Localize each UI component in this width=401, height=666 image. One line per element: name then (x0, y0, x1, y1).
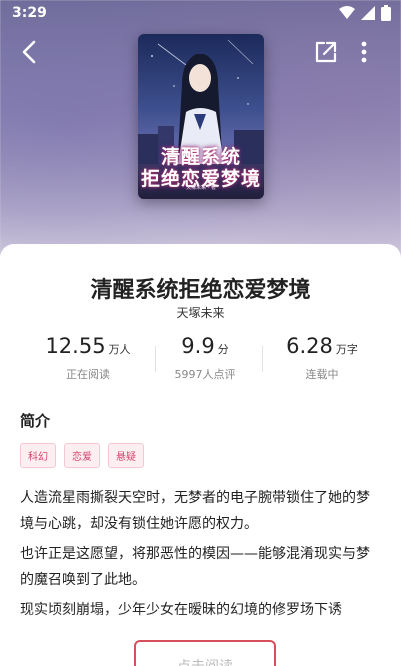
stat-unit: 万人 (108, 343, 131, 356)
intro-heading: 简介 (20, 412, 51, 430)
stat-readers: 12.55 万人 正在阅读 (28, 334, 148, 382)
wifi-icon (339, 6, 355, 19)
book-title: 清醒系统拒绝恋爱梦境 (90, 278, 311, 303)
share-icon (315, 41, 337, 63)
stat-unit: 分 (217, 343, 229, 356)
stat-unit: 万字 (335, 343, 358, 356)
genre-tag[interactable]: 恋爱 (64, 443, 100, 468)
book-cover[interactable]: 清醒系统 拒绝恋爱梦境 天塚未来 · 著 (138, 34, 264, 199)
stat-rating[interactable]: 9.9 分 5997人点评 (145, 334, 265, 382)
genre-tag[interactable]: 科幻 (20, 443, 56, 468)
genre-tags: 科幻 恋爱 悬疑 (20, 443, 144, 468)
battery-icon (381, 5, 391, 21)
share-button[interactable] (312, 38, 340, 66)
signal-icon (361, 6, 375, 20)
stat-value: 6.28 (286, 334, 333, 358)
more-vertical-icon (361, 41, 367, 63)
book-author[interactable]: 天塚未来 (0, 304, 401, 321)
intro-paragraph: 人造流星雨撕裂天空时，无梦者的电子腕带锁住了她的梦境与心跳，却没有锁住她许愿的权… (20, 490, 370, 532)
status-icons (339, 5, 391, 21)
intro-paragraph: 也许正是这愿望，将那恶性的模因——能够混淆现实与梦的魔召唤到了此地。 (20, 546, 370, 588)
chevron-left-icon (22, 40, 36, 64)
stat-value: 12.55 (45, 334, 106, 358)
stat-label: 5997人点评 (174, 368, 236, 381)
intro-text: 人造流星雨撕裂天空时，无梦者的电子腕带锁住了她的梦境与心跳，却没有锁住她许愿的权… (20, 485, 382, 627)
more-options-button[interactable] (352, 36, 376, 68)
back-button[interactable] (14, 36, 46, 68)
stat-word-count: 6.28 万字 连载中 (262, 334, 382, 382)
status-bar: 3:29 (0, 0, 401, 26)
cover-author: 天塚未来 · 著 (186, 185, 216, 191)
intro-paragraph: 现实顷刻崩塌，少年少女在暧昧的幻境的修罗场下诱 (20, 602, 342, 618)
read-button[interactable]: 点击阅读 (134, 640, 276, 666)
stat-value: 9.9 (181, 334, 215, 358)
stat-label: 正在阅读 (66, 368, 110, 381)
book-stats: 12.55 万人 正在阅读 9.9 分 5997人点评 6.28 万字 连载中 (0, 334, 401, 394)
stat-label: 连载中 (305, 368, 339, 381)
genre-tag[interactable]: 悬疑 (108, 443, 144, 468)
status-time: 3:29 (12, 5, 47, 21)
